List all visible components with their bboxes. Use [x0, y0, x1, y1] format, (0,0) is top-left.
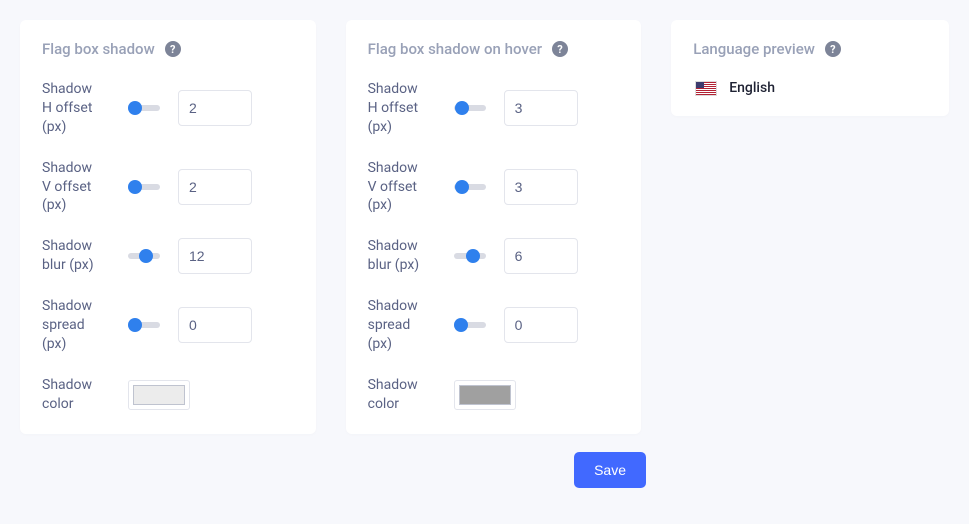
row-v-offset: Shadow V offset (px)	[368, 159, 620, 216]
v-offset-slider[interactable]	[128, 184, 160, 190]
h-offset-slider[interactable]	[128, 105, 160, 111]
v-offset-label: Shadow V offset (px)	[368, 159, 426, 216]
row-blur: Shadow blur (px)	[42, 237, 294, 275]
help-icon[interactable]: ?	[165, 41, 181, 57]
row-spread: Shadow spread (px)	[368, 297, 620, 354]
slider-thumb[interactable]	[139, 249, 153, 263]
color-swatch-wrap	[128, 380, 190, 410]
save-button[interactable]: Save	[574, 452, 646, 488]
us-flag-icon	[695, 81, 717, 96]
flag-box-shadow-panel: Flag box shadow ? Shadow H offset (px) S…	[20, 20, 316, 434]
slider-thumb[interactable]	[128, 180, 142, 194]
row-h-offset: Shadow H offset (px)	[42, 80, 294, 137]
language-preview-item: English	[695, 80, 927, 96]
slider-thumb[interactable]	[455, 101, 469, 115]
flag-box-shadow-hover-panel: Flag box shadow on hover ? Shadow H offs…	[346, 20, 642, 434]
language-name: English	[729, 80, 775, 96]
row-color: Shadow color	[368, 376, 620, 414]
slider-thumb[interactable]	[454, 318, 468, 332]
blur-input[interactable]	[504, 238, 578, 274]
panel-title: Flag box shadow ?	[42, 40, 294, 58]
shadow-color-swatch[interactable]	[133, 385, 185, 405]
h-offset-label: Shadow H offset (px)	[368, 80, 426, 137]
slider-thumb[interactable]	[466, 249, 480, 263]
v-offset-input[interactable]	[178, 169, 252, 205]
panel-title-text: Flag box shadow on hover	[368, 40, 542, 58]
spread-label: Shadow spread (px)	[368, 297, 426, 354]
shadow-color-swatch[interactable]	[459, 385, 511, 405]
blur-input[interactable]	[178, 238, 252, 274]
spread-input[interactable]	[504, 307, 578, 343]
h-offset-input[interactable]	[504, 90, 578, 126]
v-offset-label: Shadow V offset (px)	[42, 159, 100, 216]
row-h-offset: Shadow H offset (px)	[368, 80, 620, 137]
h-offset-label: Shadow H offset (px)	[42, 80, 100, 137]
v-offset-input[interactable]	[504, 169, 578, 205]
slider-thumb[interactable]	[128, 101, 142, 115]
v-offset-slider[interactable]	[454, 184, 486, 190]
row-spread: Shadow spread (px)	[42, 297, 294, 354]
spread-slider[interactable]	[128, 322, 160, 328]
spread-slider[interactable]	[454, 322, 486, 328]
row-blur: Shadow blur (px)	[368, 237, 620, 275]
language-preview-panel: Language preview ? English	[671, 20, 949, 116]
panel-title-text: Flag box shadow	[42, 40, 155, 58]
row-v-offset: Shadow V offset (px)	[42, 159, 294, 216]
slider-thumb[interactable]	[128, 318, 142, 332]
blur-slider[interactable]	[454, 253, 486, 259]
panel-title: Flag box shadow on hover ?	[368, 40, 620, 58]
color-swatch-wrap	[454, 380, 516, 410]
blur-label: Shadow blur (px)	[368, 237, 426, 275]
spread-label: Shadow spread (px)	[42, 297, 100, 354]
slider-thumb[interactable]	[455, 180, 469, 194]
blur-slider[interactable]	[128, 253, 160, 259]
panel-title: Language preview ?	[693, 40, 927, 58]
color-label: Shadow color	[42, 376, 100, 414]
help-icon[interactable]: ?	[825, 41, 841, 57]
color-label: Shadow color	[368, 376, 426, 414]
blur-label: Shadow blur (px)	[42, 237, 100, 275]
panel-title-text: Language preview	[693, 40, 815, 58]
row-color: Shadow color	[42, 376, 294, 414]
spread-input[interactable]	[178, 307, 252, 343]
h-offset-input[interactable]	[178, 90, 252, 126]
help-icon[interactable]: ?	[552, 41, 568, 57]
h-offset-slider[interactable]	[454, 105, 486, 111]
